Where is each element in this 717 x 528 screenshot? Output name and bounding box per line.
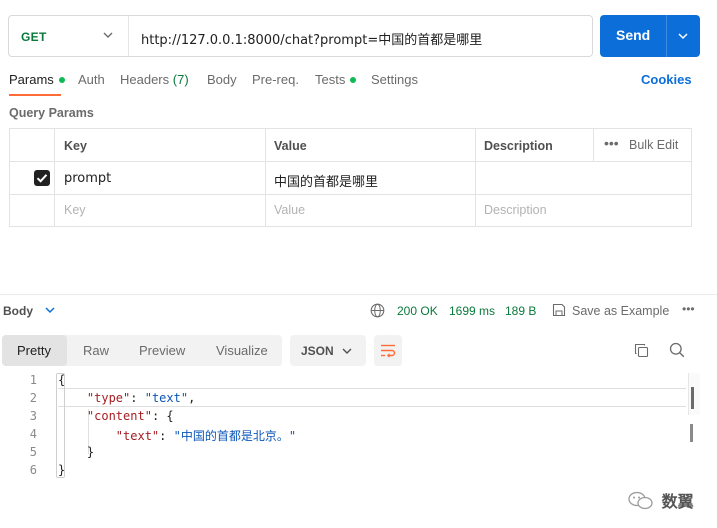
- line-number: 2: [29, 391, 37, 405]
- column-header-description: Description: [484, 139, 553, 153]
- column-header-value: Value: [274, 139, 307, 153]
- tab-pre-request[interactable]: Pre-req.: [252, 72, 299, 87]
- response-time: 1699 ms: [449, 304, 496, 318]
- chevron-down-icon[interactable]: [101, 28, 115, 42]
- param-value-cell[interactable]: 中国的首都是哪里: [274, 171, 378, 190]
- wrap-lines-icon: [381, 344, 396, 358]
- save-as-example-button[interactable]: Save as Example: [572, 304, 669, 318]
- line-number: 1: [29, 373, 37, 387]
- tab-auth[interactable]: Auth: [78, 72, 105, 87]
- bulk-edit-link[interactable]: Bulk Edit: [629, 138, 678, 152]
- tab-label: Headers: [120, 72, 170, 87]
- url-bar: GET http://127.0.0.1:8000/chat?prompt=中国…: [8, 15, 593, 57]
- tab-headers[interactable]: Headers (7): [120, 72, 189, 87]
- response-body-dropdown[interactable]: Body: [3, 304, 56, 318]
- response-size: 189 B: [505, 304, 537, 318]
- new-description-input[interactable]: Description: [484, 203, 547, 217]
- json-string: "text": [144, 391, 189, 405]
- scrollbar-marker: [690, 424, 693, 442]
- cookies-link[interactable]: Cookies: [641, 72, 692, 87]
- json-key: "type": [86, 391, 131, 405]
- tab-tests[interactable]: Tests: [315, 72, 357, 87]
- code-line: }: [58, 445, 95, 459]
- tab-settings[interactable]: Settings: [371, 72, 418, 87]
- line-number: 4: [29, 427, 37, 441]
- view-tab-raw[interactable]: Raw: [83, 343, 109, 358]
- divider: [10, 161, 691, 162]
- format-select[interactable]: JSON: [290, 335, 366, 366]
- code-line: {: [58, 373, 66, 387]
- divider: [666, 15, 667, 57]
- status-code: 200 OK: [397, 304, 438, 318]
- tab-params[interactable]: Params: [9, 72, 65, 87]
- scrollbar-thumb[interactable]: [691, 387, 694, 409]
- code-line: }: [58, 463, 66, 477]
- line-number: 3: [29, 409, 37, 423]
- chevron-down-icon: [45, 307, 55, 314]
- column-header-key: Key: [64, 139, 87, 153]
- divider: [128, 16, 129, 56]
- code-line: "type": "text",: [86, 391, 196, 405]
- search-icon[interactable]: [669, 342, 685, 358]
- more-options-icon[interactable]: •••: [604, 135, 619, 151]
- send-button[interactable]: Send: [600, 15, 700, 57]
- view-tab-pretty[interactable]: Pretty: [17, 343, 51, 358]
- divider: [0, 294, 717, 295]
- tab-label: Params: [9, 72, 54, 87]
- line-number: 6: [29, 463, 37, 477]
- params-table: Key Value Description ••• Bulk Edit prom…: [9, 128, 692, 227]
- active-tab-indicator: [9, 94, 61, 96]
- chevron-down-icon[interactable]: [676, 29, 690, 43]
- more-options-icon[interactable]: •••: [682, 302, 695, 316]
- format-label: JSON: [301, 344, 334, 358]
- send-label: Send: [616, 27, 651, 43]
- indicator-dot: [350, 77, 357, 83]
- query-params-title: Query Params: [9, 106, 94, 120]
- new-key-input[interactable]: Key: [64, 203, 86, 217]
- view-tab-visualize[interactable]: Visualize: [216, 343, 268, 358]
- param-key-cell[interactable]: prompt: [64, 171, 111, 186]
- watermark-text: 数翼: [661, 492, 694, 511]
- copy-icon[interactable]: [634, 343, 649, 358]
- json-string: "中国的首都是北京。": [173, 429, 297, 443]
- globe-icon[interactable]: [370, 303, 385, 318]
- line-number: 5: [29, 445, 37, 459]
- save-icon[interactable]: [552, 303, 566, 317]
- divider: [593, 129, 594, 161]
- chevron-down-icon: [342, 348, 352, 354]
- tab-label: Tests: [315, 72, 346, 87]
- json-key: "content": [86, 409, 152, 423]
- headers-count: (7): [172, 72, 189, 87]
- json-key: "text": [115, 429, 160, 443]
- indicator-dot: [58, 77, 65, 83]
- wrap-lines-button[interactable]: [374, 335, 402, 366]
- tab-body[interactable]: Body: [207, 72, 237, 87]
- param-enabled-checkbox[interactable]: [34, 170, 50, 186]
- wechat-icon: [628, 491, 653, 510]
- divider: [10, 194, 691, 195]
- new-value-input[interactable]: Value: [274, 203, 305, 217]
- divider: [54, 129, 55, 226]
- url-input[interactable]: http://127.0.0.1:8000/chat?prompt=中国的首都是…: [141, 29, 482, 48]
- divider: [475, 129, 476, 226]
- method-select[interactable]: GET: [21, 30, 47, 44]
- body-label: Body: [3, 304, 33, 318]
- divider: [265, 129, 266, 226]
- scrollbar-track[interactable]: [688, 373, 700, 415]
- view-tab-preview[interactable]: Preview: [139, 343, 185, 358]
- watermark: 数翼: [628, 488, 694, 512]
- code-line: "content": {: [86, 409, 174, 423]
- checkmark-icon: [36, 174, 48, 183]
- code-line: "text": "中国的首都是北京。": [115, 429, 297, 443]
